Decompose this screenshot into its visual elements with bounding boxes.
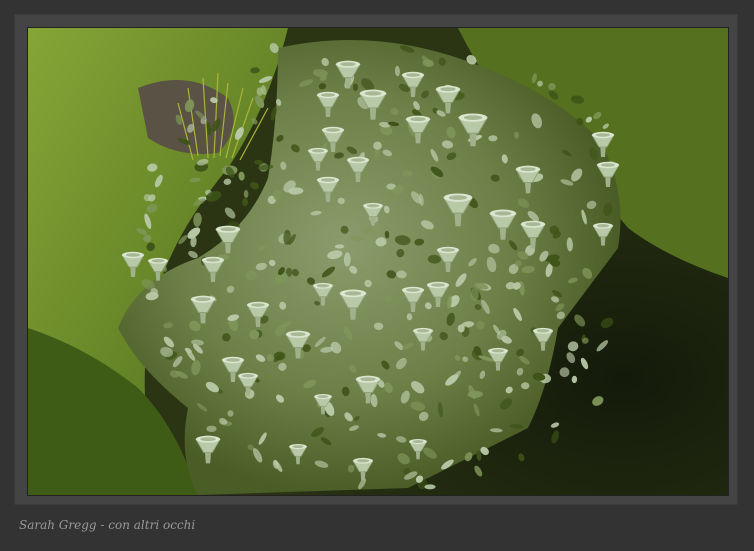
cup-hollow: [491, 349, 505, 353]
cup-hollow: [520, 167, 536, 172]
cup-hollow: [596, 224, 610, 228]
cup-hollow: [126, 253, 140, 257]
cup-hollow: [441, 248, 455, 252]
cup-hollow: [195, 297, 211, 302]
cup-hollow: [440, 87, 456, 92]
cup-hollow: [311, 149, 325, 153]
cup-hollow: [406, 73, 420, 77]
cup-hollow: [463, 115, 483, 120]
cup-hollow: [251, 303, 265, 307]
cup-hollow: [360, 377, 376, 382]
cup-hollow: [364, 91, 382, 96]
cup-hollow: [596, 133, 610, 137]
cup-hollow: [241, 374, 255, 378]
lichen-photograph: [27, 27, 729, 496]
squamule: [352, 83, 359, 92]
cup-hollow: [200, 437, 216, 442]
cup-hollow: [351, 158, 365, 162]
cup-hollow: [344, 291, 362, 296]
cup-hollow: [292, 445, 304, 449]
squamule: [424, 484, 436, 490]
cup-hollow: [494, 211, 512, 216]
cup-hollow: [431, 283, 445, 287]
cup-hollow: [448, 195, 468, 200]
cup-hollow: [321, 178, 335, 182]
photo-credit: Sarah Gregg - con altri occhi: [19, 518, 196, 532]
cup-hollow: [536, 329, 550, 333]
cup-hollow: [220, 227, 236, 232]
cup-hollow: [151, 259, 165, 263]
cup-hollow: [326, 128, 340, 132]
cup-hollow: [206, 258, 220, 262]
cup-hollow: [317, 395, 329, 399]
cup-hollow: [356, 459, 370, 463]
cup-hollow: [226, 358, 240, 362]
cup-hollow: [316, 284, 330, 288]
cup-hollow: [340, 62, 356, 67]
lichen-scene: [28, 28, 728, 495]
cup-hollow: [416, 329, 430, 333]
cup-hollow: [321, 93, 335, 97]
cup-hollow: [525, 222, 541, 227]
cup-hollow: [410, 117, 426, 122]
cup-hollow: [406, 288, 420, 292]
cup-hollow: [601, 163, 615, 167]
cup-hollow: [412, 440, 424, 444]
photo-frame: [14, 14, 738, 505]
cup-hollow: [366, 204, 380, 208]
cup-hollow: [290, 332, 306, 337]
